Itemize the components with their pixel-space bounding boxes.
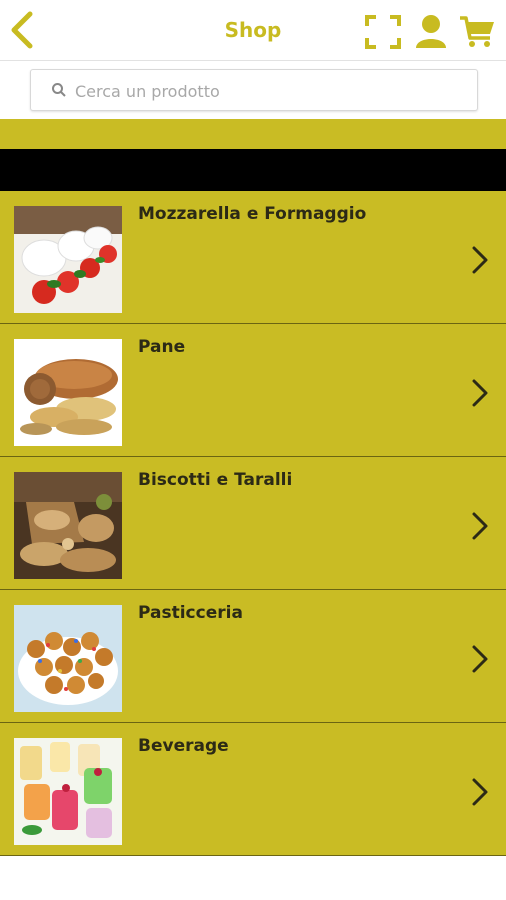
category-item-biscotti[interactable]: Biscotti e Taralli	[0, 457, 506, 590]
user-icon	[416, 15, 446, 48]
scan-button[interactable]	[364, 14, 402, 54]
banner-strip	[0, 149, 506, 191]
category-item-pasticceria[interactable]: Pasticceria	[0, 590, 506, 723]
search-input[interactable]	[73, 76, 467, 106]
category-item-pane[interactable]: Pane	[0, 324, 506, 457]
scan-icon	[365, 15, 401, 49]
category-label: Mozzarella e Formaggio	[138, 204, 367, 224]
drinks-thumbnail	[14, 738, 122, 845]
search-icon	[52, 83, 66, 97]
category-label: Pasticceria	[138, 603, 243, 623]
bread-thumbnail	[14, 339, 122, 446]
chevron-right-icon	[472, 379, 488, 407]
search-bar	[0, 61, 506, 118]
pastry-thumbnail	[14, 605, 122, 712]
search-box[interactable]	[30, 69, 478, 111]
mozzarella-thumbnail	[14, 206, 122, 313]
category-label: Pane	[138, 337, 186, 357]
category-item-beverage[interactable]: Beverage	[0, 723, 506, 856]
chevron-right-icon	[472, 778, 488, 806]
chevron-right-icon	[472, 246, 488, 274]
category-item-mozzarella[interactable]: Mozzarella e Formaggio	[0, 191, 506, 324]
category-header-band	[0, 119, 506, 149]
top-bar: Shop	[0, 0, 506, 61]
cart-button[interactable]	[458, 14, 496, 54]
category-label: Beverage	[138, 736, 229, 756]
chevron-right-icon	[472, 512, 488, 540]
biscuits-thumbnail	[14, 472, 122, 579]
bottom-area	[0, 862, 506, 900]
category-label: Biscotti e Taralli	[138, 470, 293, 490]
cart-icon	[460, 16, 494, 47]
user-button[interactable]	[414, 14, 448, 54]
category-list: Mozzarella e Formaggio Pane Biscotti e T…	[0, 191, 506, 856]
chevron-right-icon	[472, 645, 488, 673]
